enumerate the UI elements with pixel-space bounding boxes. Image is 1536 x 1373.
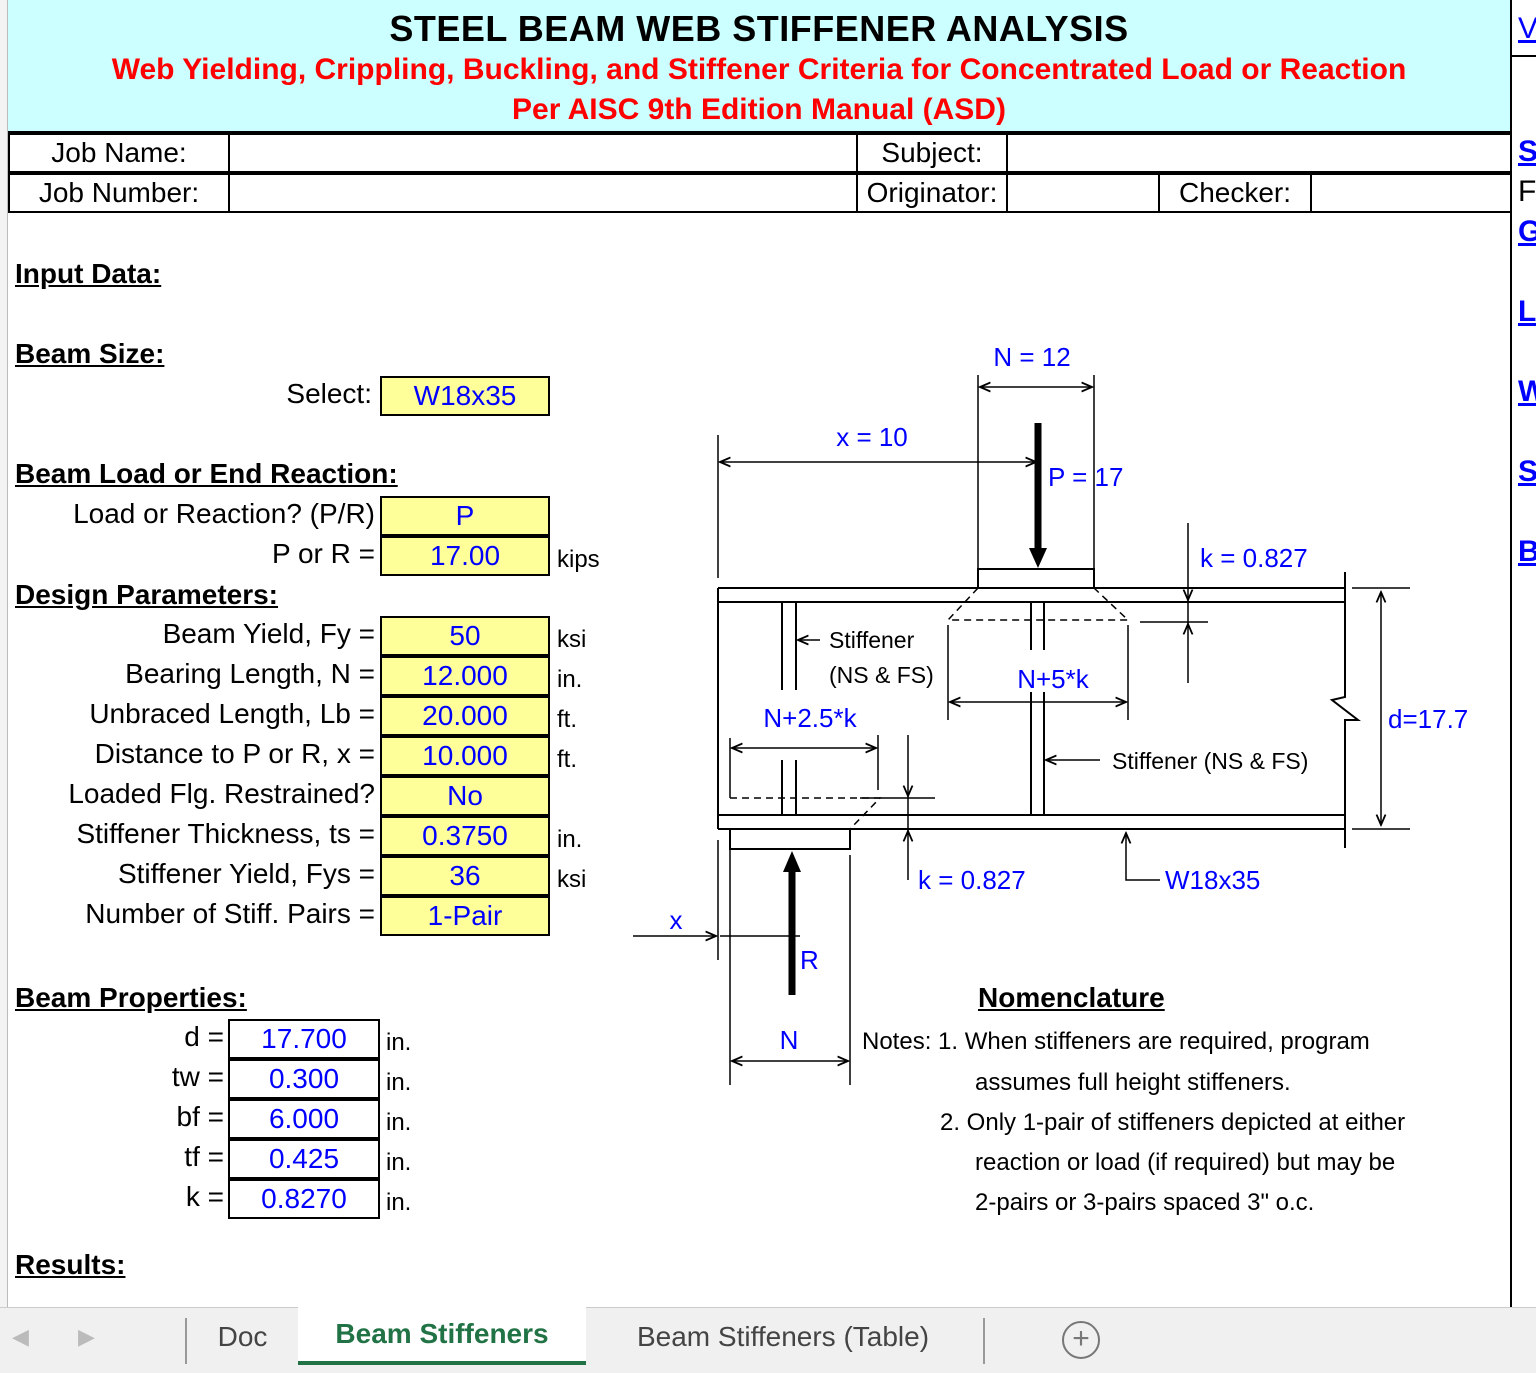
dimension-lines <box>633 375 1410 1085</box>
scroll-left-icon[interactable]: ◀ <box>12 1324 29 1350</box>
label-k-bot: k = 0.827 <box>918 865 1026 895</box>
divider <box>983 1318 985 1364</box>
load-arrow-p <box>1029 423 1047 568</box>
label-k-top: k = 0.827 <box>1200 543 1308 573</box>
label-r: R <box>800 945 819 975</box>
label-stiffener-right: Stiffener (NS & FS) <box>1112 748 1308 774</box>
tab-beam-stiffeners[interactable]: Beam Stiffeners <box>298 1307 586 1365</box>
note-line: Notes: 1. When stiffeners are required, … <box>862 1028 1370 1055</box>
label-n5k: N+5*k <box>1017 664 1090 694</box>
label-n-bot: N <box>780 1025 799 1055</box>
nomenclature-heading: Nomenclature <box>978 982 1165 1013</box>
note-line: reaction or load (if required) but may b… <box>975 1149 1396 1176</box>
label-n-top: N = 12 <box>993 342 1070 372</box>
label-n25k: N+2.5*k <box>763 703 857 733</box>
tab-beam-stiffeners-table[interactable]: Beam Stiffeners (Table) <box>588 1308 978 1366</box>
label-x-bot: x <box>670 905 683 935</box>
sheet-tab-bar: ◀ ▶ Doc Beam Stiffeners Beam Stiffeners … <box>0 1307 1536 1373</box>
note-line: 2-pairs or 3-pairs spaced 3" o.c. <box>975 1189 1315 1216</box>
add-sheet-icon[interactable]: + <box>1062 1321 1100 1359</box>
label-d: d=17.7 <box>1388 704 1468 734</box>
label-section: W18x35 <box>1165 865 1260 895</box>
note-line: 2. Only 1-pair of stiffeners depicted at… <box>940 1109 1406 1136</box>
label-stiffener-left-side: (NS & FS) <box>829 662 934 688</box>
reaction-arrow-r <box>783 851 801 995</box>
divider <box>185 1318 187 1364</box>
note-line: assumes full height stiffeners. <box>975 1069 1291 1096</box>
label-p: P = 17 <box>1048 462 1123 492</box>
tab-doc[interactable]: Doc <box>190 1308 295 1366</box>
label-x-top: x = 10 <box>836 422 908 452</box>
label-stiffener-left: Stiffener <box>829 627 915 653</box>
scroll-right-icon[interactable]: ▶ <box>78 1324 95 1350</box>
